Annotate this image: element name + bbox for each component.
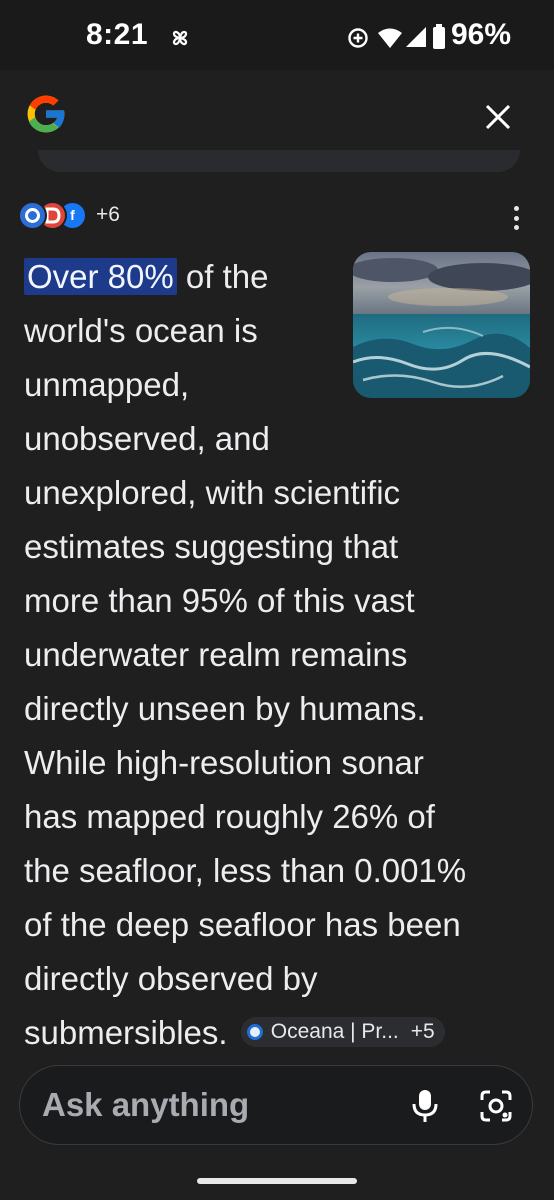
answer-line: has mapped roughly 26% of (24, 798, 435, 835)
status-bar: 8:21 96% (0, 0, 554, 70)
data-saver-icon (348, 28, 368, 48)
answer-line: unobserved, and (24, 420, 270, 457)
more-options-icon[interactable] (504, 204, 528, 232)
home-indicator[interactable] (197, 1178, 357, 1184)
answer-text-segment: of the (185, 258, 269, 295)
ask-input-placeholder: Ask anything (42, 1086, 250, 1123)
answer-line: underwater realm remains (24, 636, 408, 673)
battery-percentage: 96% (451, 18, 512, 51)
ai-answer: f +6 Over 80% of the world's ocean is un… (0, 172, 554, 1052)
answer-line-1: Over 80% of the (24, 250, 524, 304)
answer-line: estimates suggesting that (24, 528, 399, 565)
microphone-icon[interactable] (410, 1088, 440, 1124)
highlighted-claim[interactable]: Over 80% (24, 258, 177, 295)
answer-line: unmapped, (24, 366, 190, 403)
source-favicon-1 (18, 200, 47, 230)
google-g-logo (27, 95, 66, 133)
answer-line: of the deep seafloor has been (24, 906, 461, 943)
answer-text: Over 80% of the world's ocean is unmappe… (24, 250, 524, 1060)
signal-icon (406, 27, 426, 47)
answer-line: While high-resolution sonar (24, 744, 424, 781)
citation-label: Oceana | Pr... (270, 1020, 399, 1043)
answer-text-segment: submersibles. (24, 1014, 228, 1051)
camera-search-icon[interactable] (478, 1088, 514, 1124)
answer-line: the seafloor, less than 0.001% (24, 852, 467, 889)
status-time: 8:21 (86, 18, 149, 51)
citation-chip[interactable]: Oceana | Pr... +5 (240, 1017, 445, 1047)
ask-input[interactable]: Ask anything (19, 1065, 533, 1145)
more-sources-count[interactable]: +6 (96, 203, 120, 227)
answer-line: world's ocean is (24, 312, 258, 349)
citation-count: +5 (410, 1020, 435, 1043)
input-area: Ask anything (0, 1052, 554, 1162)
screen: 8:21 96% f +6 Over 80% of the world's oc… (0, 0, 554, 1200)
wifi-icon (378, 28, 402, 48)
answer-line: directly observed by (24, 960, 318, 997)
oceana-favicon (246, 1024, 263, 1040)
collapsed-search-bar[interactable] (38, 150, 520, 172)
close-icon[interactable] (485, 104, 511, 130)
battery-icon (433, 24, 445, 49)
answer-line: unexplored, with scientific (24, 474, 401, 511)
answer-line: more than 95% of this vast (24, 582, 415, 619)
pinwheel-icon (172, 30, 188, 46)
source-favicons[interactable]: f +6 (18, 200, 120, 230)
answer-line: directly unseen by humans. (24, 690, 426, 727)
